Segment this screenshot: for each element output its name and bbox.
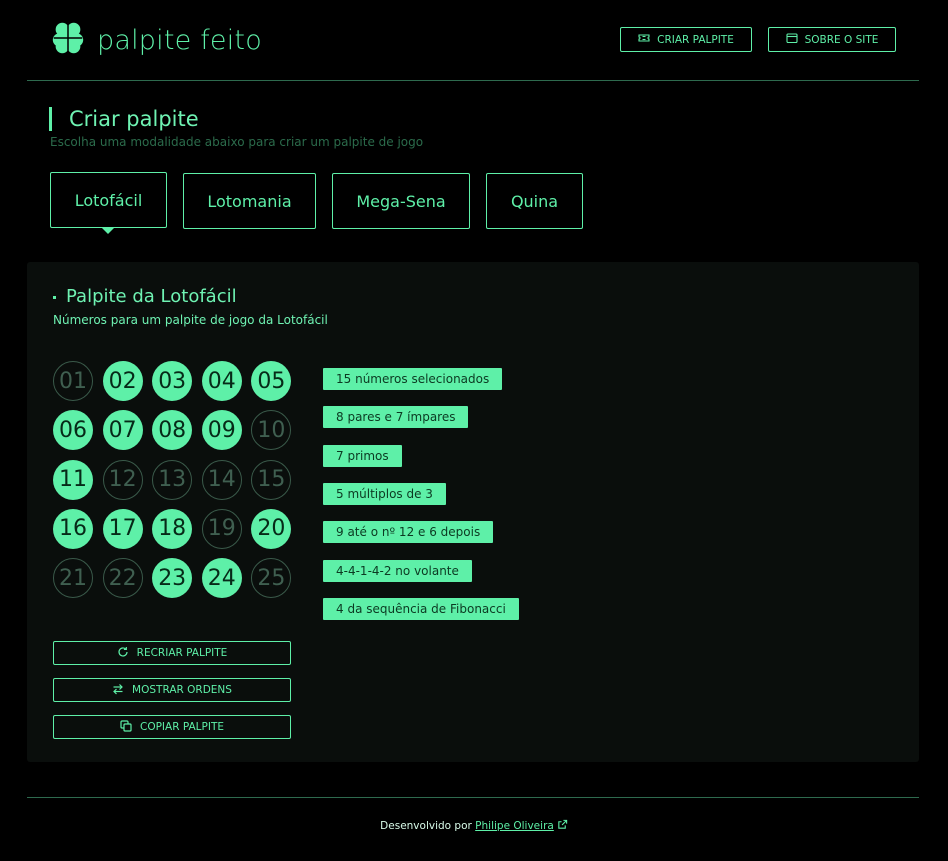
author-link[interactable]: Philipe Oliveira: [475, 819, 568, 832]
guess-panel: Palpite da Lotofácil Números para um pal…: [27, 262, 919, 762]
stat-badge: 4 da sequência de Fibonacci: [323, 597, 519, 620]
copy-icon: [120, 719, 132, 735]
number-ball-20[interactable]: 20: [251, 508, 292, 549]
brand-name: palpite feito: [97, 24, 262, 56]
panel-title-text: Palpite da Lotofácil: [66, 286, 237, 307]
number-ball-19[interactable]: 19: [201, 508, 242, 549]
show-orders-button[interactable]: MOSTRAR ORDENS: [53, 678, 291, 702]
number-ball-12[interactable]: 12: [102, 459, 143, 500]
number-ball-15[interactable]: 15: [251, 459, 292, 500]
header: palpite feito CRIAR PALPITE SOBRE O SITE: [0, 0, 948, 80]
tab-quina[interactable]: Quina: [486, 173, 583, 229]
number-ball-13[interactable]: 13: [152, 459, 193, 500]
stat-badge: 9 até o nº 12 e 6 depois: [323, 521, 494, 544]
tab-lotomania[interactable]: Lotomania: [183, 173, 316, 229]
number-ball-06[interactable]: 06: [53, 410, 93, 451]
number-ball-23[interactable]: 23: [152, 558, 193, 599]
clover-icon: [49, 19, 87, 61]
tab-label: Mega-Sena: [356, 191, 446, 211]
about-site-label: SOBRE O SITE: [804, 33, 879, 46]
number-ball-11[interactable]: 11: [53, 459, 93, 500]
number-ball-21[interactable]: 21: [53, 558, 93, 599]
panel-title: Palpite da Lotofácil: [53, 286, 237, 307]
footer-prefix: Desenvolvido por: [380, 820, 472, 832]
footer: Desenvolvido por Philipe Oliveira: [0, 819, 948, 832]
author-name: Philipe Oliveira: [475, 820, 554, 832]
bullet-dot: [53, 296, 56, 299]
active-tab-indicator: [102, 228, 114, 234]
create-guess-label: CRIAR PALPITE: [657, 33, 734, 46]
tab-lotofacil[interactable]: Lotofácil: [50, 172, 167, 228]
header-divider: [27, 80, 919, 81]
recreate-guess-button[interactable]: RECRIAR PALPITE: [53, 641, 291, 665]
number-ball-24[interactable]: 24: [201, 558, 242, 599]
browser-window-icon: [786, 32, 798, 47]
number-ball-18[interactable]: 18: [152, 508, 193, 549]
number-ball-04[interactable]: 04: [201, 361, 242, 401]
number-ball-05[interactable]: 05: [251, 361, 292, 401]
number-ball-14[interactable]: 14: [201, 459, 242, 500]
number-ball-03[interactable]: 03: [152, 361, 193, 401]
copy-guess-label: COPIAR PALPITE: [139, 721, 224, 733]
tab-label: Quina: [510, 191, 559, 211]
stat-badge: 8 pares e 7 ímpares: [323, 406, 469, 429]
number-ball-17[interactable]: 17: [102, 508, 143, 549]
number-ball-16[interactable]: 16: [53, 508, 93, 549]
panel-subtitle: Números para um palpite de jogo da Lotof…: [53, 313, 328, 327]
number-ball-09[interactable]: 09: [201, 410, 242, 451]
number-grid: 01 02 03 04 05 06 07 08 09 10 11 12 13 14 15 16 17 18 19 20…: [53, 361, 293, 601]
stat-badge: 15 números selecionados: [323, 368, 503, 390]
number-ball-01[interactable]: 01: [53, 361, 93, 401]
create-guess-button[interactable]: CRIAR PALPITE: [620, 27, 752, 52]
footer-divider: [27, 797, 919, 798]
swap-arrows-icon: [112, 683, 124, 698]
copy-guess-button[interactable]: COPIAR PALPITE: [53, 715, 291, 739]
tab-label: Lotofácil: [74, 190, 143, 210]
external-link-icon: [554, 819, 568, 832]
page-title: Criar palpite: [49, 107, 199, 131]
number-ball-22[interactable]: 22: [102, 558, 143, 599]
tab-label: Lotomania: [207, 191, 292, 211]
ticket-icon: [638, 32, 650, 47]
number-ball-08[interactable]: 08: [152, 410, 193, 451]
logo[interactable]: palpite feito: [49, 19, 262, 61]
number-ball-07[interactable]: 07: [102, 410, 143, 451]
recreate-guess-label: RECRIAR PALPITE: [136, 647, 228, 659]
stat-badge: 4-4-1-4-2 no volante: [323, 559, 472, 582]
number-ball-25[interactable]: 25: [251, 558, 292, 599]
number-ball-02[interactable]: 02: [102, 361, 143, 401]
stat-badge: 7 primos: [323, 444, 402, 467]
about-site-button[interactable]: SOBRE O SITE: [768, 27, 896, 52]
stat-badge: 5 múltiplos de 3: [323, 482, 446, 505]
page-subtitle: Escolha uma modalidade abaixo para criar…: [50, 135, 424, 149]
tab-mega-sena[interactable]: Mega-Sena: [332, 173, 470, 229]
refresh-icon: [117, 646, 129, 661]
show-orders-label: MOSTRAR ORDENS: [132, 684, 232, 696]
number-ball-10[interactable]: 10: [251, 410, 292, 451]
